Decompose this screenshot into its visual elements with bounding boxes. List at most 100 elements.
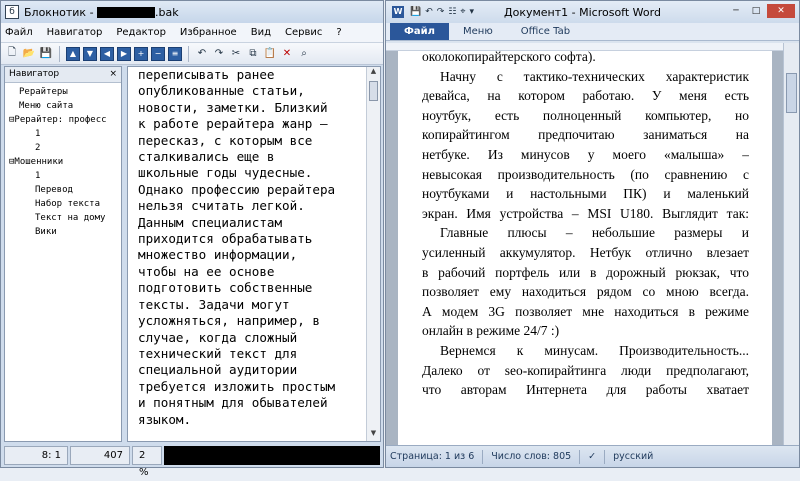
editor-line: тексты. Задачи могут	[138, 296, 290, 312]
paste-icon[interactable]: 📋	[263, 47, 277, 61]
menu-help[interactable]: ?	[336, 27, 341, 38]
toolbar-separator	[59, 45, 60, 62]
tab-file[interactable]: Файл	[390, 23, 449, 40]
redo-icon[interactable]: ↷	[437, 7, 445, 17]
document-line: околокопирайтерского софта).	[422, 51, 596, 64]
undo-icon[interactable]: ↶	[195, 47, 209, 61]
editor-line: нельзя считать легкой.	[138, 198, 305, 214]
nav-back-icon[interactable]: ◀	[100, 46, 114, 61]
char-count: 407	[70, 446, 130, 465]
redacted-filename	[97, 7, 156, 18]
navigator-item[interactable]: Вики	[7, 225, 119, 239]
scroll-up-icon[interactable]: ▲	[367, 67, 380, 79]
document-line: онлайн в режиме 24/7 :)	[422, 323, 560, 339]
navigator-item[interactable]: ⊟Рерайтер: професс	[7, 113, 119, 127]
copy-icon[interactable]: ⧉	[246, 47, 260, 61]
maximize-icon[interactable]: □	[747, 4, 765, 18]
tab-menu[interactable]: Меню	[449, 23, 507, 40]
document-area[interactable]: околокопирайтерского софта). Начну с такт…	[386, 51, 784, 446]
outline-icon[interactable]: ☷	[448, 7, 456, 17]
word-logo-icon: W	[392, 6, 404, 18]
navigator-item-label: Набор текста	[35, 199, 101, 209]
navigator-item[interactable]: Меню сайта	[7, 99, 119, 113]
horizontal-ruler[interactable]	[386, 43, 784, 51]
editor-scrollbar[interactable]: ▲ ▼	[366, 67, 380, 441]
editor-line: Данным специалистам	[138, 214, 283, 230]
save-icon[interactable]: 💾	[410, 7, 421, 17]
new-file-icon[interactable]: 🗋	[5, 47, 19, 61]
document-text[interactable]: околокопирайтерского софта). Начну с такт…	[422, 51, 749, 400]
editor-line: специальной аудитории	[138, 362, 298, 378]
navigator-item[interactable]: 1	[7, 127, 119, 141]
save-icon[interactable]: 💾	[39, 47, 53, 61]
status-separator	[579, 449, 581, 464]
navigator-item-label: Рерайтеры	[19, 87, 68, 97]
spellcheck-icon[interactable]: ✓	[588, 451, 596, 462]
word-window: W 💾 ↶ ↷ ☷ ⌖ ▾ Документ1 - Microsoft Word…	[385, 0, 800, 468]
undo-icon[interactable]: ↶	[425, 7, 433, 17]
menu-editor[interactable]: Редактор	[116, 27, 166, 38]
word-count[interactable]: Число слов: 805	[491, 451, 571, 462]
navigator-item[interactable]: Перевод	[7, 183, 119, 197]
find-icon[interactable]: ⌕	[297, 47, 311, 61]
minimize-icon[interactable]: ─	[727, 4, 745, 18]
document-page[interactable]: околокопирайтерского софта). Начну с такт…	[398, 51, 772, 446]
editor-content[interactable]: переписывать ранее опубликованные статьи,…	[138, 67, 370, 428]
nav-add-icon[interactable]: +	[134, 46, 148, 61]
editor-line: Однако профессию рерайтера	[138, 181, 336, 197]
language-indicator[interactable]: русский	[613, 451, 653, 462]
navigation-icon[interactable]: ⌖	[460, 7, 465, 17]
cut-icon[interactable]: ✂	[229, 47, 243, 61]
close-icon[interactable]: ✕	[767, 4, 795, 18]
document-line: девайса, на котором работаю. У меня есть	[422, 88, 749, 104]
nav-up-icon[interactable]: ▲	[66, 46, 80, 61]
editor-line: пересказ, с которым все	[138, 132, 313, 148]
document-line: Вернемся к минусам. Производительность..…	[440, 342, 749, 358]
menu-view[interactable]: Вид	[251, 27, 271, 38]
editor-line: новости, заметки. Близкий	[138, 99, 328, 115]
text-editor[interactable]: переписывать ранее опубликованные статьи,…	[127, 66, 381, 442]
nav-remove-icon[interactable]: −	[151, 46, 165, 61]
document-line: Главные плюсы – небольшие размеры и	[440, 225, 749, 241]
scrollbar-thumb[interactable]	[786, 73, 797, 113]
navigator-tree: Рерайтеры Меню сайта ⊟Рерайтер: професс 1 2 ⊟…	[5, 83, 121, 241]
menu-service[interactable]: Сервис	[285, 27, 322, 38]
document-line: ноутбук, есть полноценный компьютер, но	[422, 107, 749, 123]
scroll-down-icon[interactable]: ▼	[367, 429, 380, 441]
navigator-item[interactable]: ⊟Мошенники	[7, 155, 119, 169]
delete-icon[interactable]: ✕	[280, 47, 294, 61]
menu-navigator[interactable]: Навигатор	[47, 27, 103, 38]
tab-office-tab[interactable]: Office Tab	[507, 23, 584, 40]
navigator-item[interactable]: Текст на дому	[7, 211, 119, 225]
editor-line: случае, когда сложный	[138, 329, 298, 345]
editor-line: чтобы на ее основе	[138, 263, 275, 279]
navigator-close-icon[interactable]: ×	[109, 69, 117, 80]
toolbar-separator	[188, 45, 189, 62]
navigator-item-label: 1	[35, 129, 41, 139]
editor-line: к работе рерайтера жанр –	[138, 116, 328, 132]
notepad-menubar: Файл Навигатор Редактор Избранное Вид Се…	[1, 23, 383, 43]
navigator-item[interactable]: Набор текста	[7, 197, 119, 211]
open-folder-icon[interactable]: 📂	[22, 47, 36, 61]
page-indicator[interactable]: Страница: 1 из 6	[390, 451, 474, 462]
ribbon-tabs: Файл Меню Office Tab	[386, 23, 799, 41]
quick-access-toolbar: 💾 ↶ ↷ ☷ ⌖ ▾	[410, 7, 474, 17]
editor-line: подготовить собственные	[138, 280, 313, 296]
navigator-item[interactable]: Рерайтеры	[7, 85, 119, 99]
nav-properties-icon[interactable]: ≡	[168, 46, 182, 61]
redo-icon[interactable]: ↷	[212, 47, 226, 61]
redacted-status	[164, 446, 380, 465]
nav-forward-icon[interactable]: ▶	[117, 46, 131, 61]
navigator-item[interactable]: 1	[7, 169, 119, 183]
notepad-titlebar[interactable]: б Блокнотик - .bak	[1, 1, 383, 23]
word-scrollbar[interactable]	[783, 43, 799, 446]
menu-file[interactable]: Файл	[5, 27, 33, 38]
navigator-item[interactable]: 2	[7, 141, 119, 155]
word-titlebar[interactable]: W 💾 ↶ ↷ ☷ ⌖ ▾ Документ1 - Microsoft Word…	[386, 1, 799, 23]
menu-favorites[interactable]: Избранное	[180, 27, 237, 38]
document-line: позволяет ему находиться рядом со мною в…	[422, 284, 749, 300]
nav-down-icon[interactable]: ▼	[83, 46, 97, 61]
document-line: в рабочий портфель или в дорожный рюкзак…	[422, 264, 749, 280]
scrollbar-thumb[interactable]	[369, 81, 378, 101]
customize-icon[interactable]: ▾	[469, 7, 474, 17]
